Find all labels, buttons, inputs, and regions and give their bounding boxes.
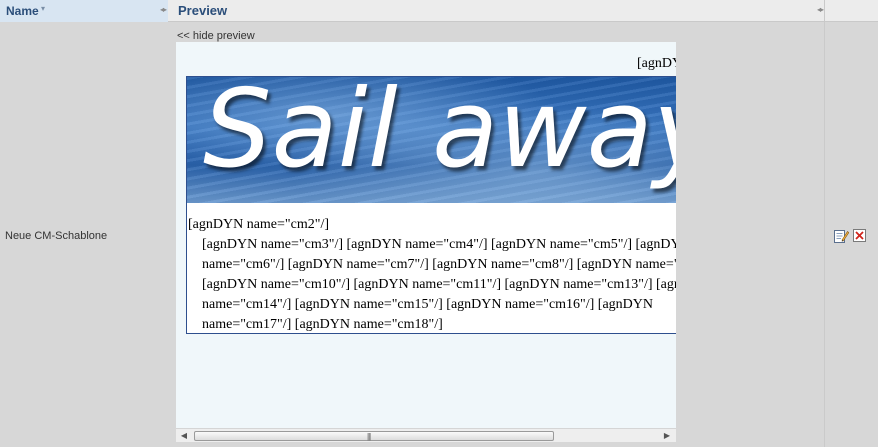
horizontal-scrollbar[interactable]: ◀ ||| ▶: [176, 428, 676, 442]
banner-image: Sail away: [187, 77, 676, 203]
column-header-name[interactable]: Name ▾ ◂▸: [0, 0, 168, 22]
preview-line: [agnDYN name="cm10"/] [agnDYN name="cm11…: [202, 277, 676, 292]
chevron-down-icon[interactable]: ▾: [41, 4, 45, 13]
resize-handle-icon[interactable]: ◂▸: [817, 5, 824, 14]
hide-preview-link[interactable]: << hide preview: [177, 30, 255, 42]
preview-frame: Sail away [agnDYN name="cm2"/] [agnDYN n…: [186, 76, 676, 334]
preview-line: name="cm17"/] [agnDYN name="cm18"/]: [202, 317, 443, 332]
preview-line: [agnDYN name="cm2"/]: [188, 217, 330, 232]
preview-top-tag: [agnDYN name="cm1"/]: [637, 56, 676, 71]
delete-icon[interactable]: [853, 229, 866, 242]
header-divider: [824, 0, 825, 22]
arrow-right-icon[interactable]: ▶: [661, 430, 673, 442]
preview-body: [agnDYN name="cm2"/] [agnDYN name="cm3"/…: [188, 215, 676, 335]
preview-line: name="cm6"/] [agnDYN name="cm7"/] [agnDY…: [202, 257, 676, 272]
arrow-left-icon[interactable]: ◀: [178, 430, 190, 442]
preview-line: name="cm14"/] [agnDYN name="cm15"/] [agn…: [202, 297, 654, 312]
column-divider: [824, 22, 825, 447]
column-header-name-label: Name: [6, 4, 39, 18]
preview-pane: [agnDYN name="cm1"/] Sail away [agnDYN n…: [176, 42, 676, 428]
edit-icon[interactable]: [833, 228, 849, 244]
column-header-preview-label: Preview: [178, 3, 228, 18]
grip-icon: |||: [367, 432, 371, 441]
scrollbar-thumb[interactable]: |||: [194, 431, 554, 441]
preview-line: [agnDYN name="cm3"/] [agnDYN name="cm4"/…: [202, 237, 676, 252]
template-name: Neue CM-Schablone: [5, 230, 108, 242]
table-header: Name ▾ ◂▸ Preview ◂▸: [0, 0, 878, 22]
resize-handle-icon[interactable]: ◂▸: [160, 5, 167, 14]
banner-text: Sail away: [203, 77, 676, 192]
